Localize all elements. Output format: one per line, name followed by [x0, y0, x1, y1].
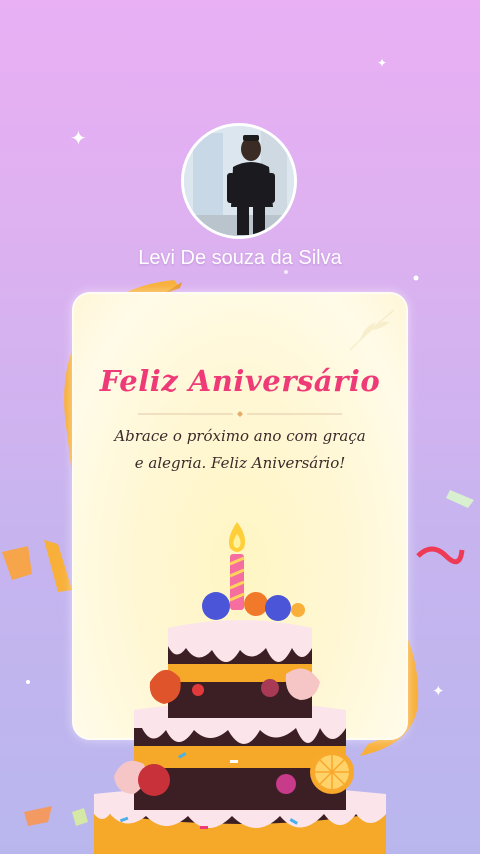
card-message: Abrace o próximo ano com graça e alegria…: [114, 427, 366, 472]
leaf-ornament-icon: [349, 309, 395, 351]
divider-ornament: [138, 411, 342, 417]
person-photo-icon: [184, 126, 294, 236]
profile-avatar[interactable]: [181, 123, 297, 239]
card-title: Feliz Aniversário: [99, 364, 381, 398]
profile-name: Levi De souza da Silva: [138, 247, 342, 269]
birthday-cake-illustration: [94, 522, 386, 854]
